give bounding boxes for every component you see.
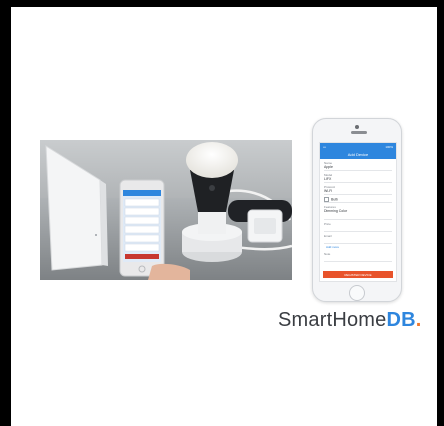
form-field-features[interactable]: Features Dimming Color <box>320 203 396 220</box>
field-value[interactable] <box>324 256 392 262</box>
form-field-model[interactable]: Model LIFX <box>320 171 396 183</box>
smart-bulb-photo <box>40 140 292 280</box>
form-field-email[interactable]: Email <box>320 232 396 244</box>
logo-dot: . <box>415 309 422 331</box>
nav-title: Add Device <box>347 152 369 157</box>
form-field-price[interactable]: Price <box>320 220 396 232</box>
status-battery: 100% <box>385 144 393 149</box>
phone-speaker-icon <box>351 131 367 134</box>
nav-bar: Add Device <box>320 150 396 159</box>
register-device-button[interactable]: REGISTER DEVICE <box>323 271 393 278</box>
logo-light-text: SmartHome <box>278 309 387 331</box>
status-signal: ••• <box>323 144 327 149</box>
phone-camera-icon <box>355 125 359 129</box>
form-field-name[interactable]: Name Apple <box>320 159 396 171</box>
status-bar: ••• 100% <box>320 143 396 150</box>
phone-mockup: ••• 100% Add Device Name Apple Model LIF… <box>312 118 402 302</box>
form-field-protocol[interactable]: Protocol Wi-Fi <box>320 183 396 195</box>
smarthomedb-logo: SmartHomeDB. <box>278 305 422 335</box>
field-value[interactable]: Dimming Color <box>324 209 392 220</box>
home-button <box>349 285 365 301</box>
logo-bold-text: DB <box>386 309 416 331</box>
phone-screen: ••• 100% Add Device Name Apple Model LIF… <box>319 142 397 282</box>
form-field-type[interactable]: Bulb <box>320 195 396 203</box>
form-field-note[interactable]: Note <box>320 250 396 262</box>
photo-illustration <box>40 140 292 280</box>
